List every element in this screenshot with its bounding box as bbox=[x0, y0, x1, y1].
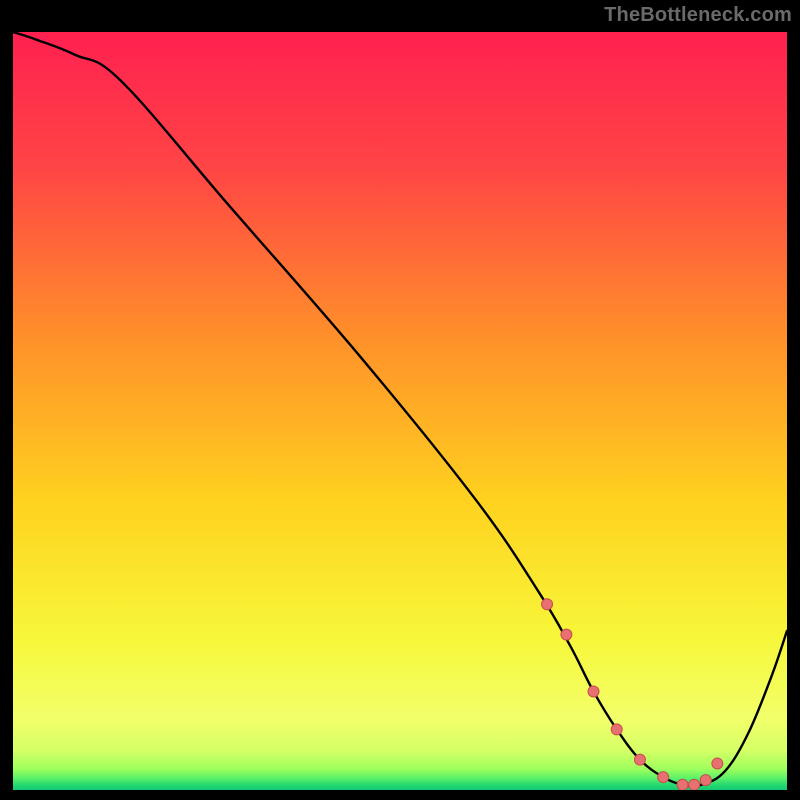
highlight-marker bbox=[677, 779, 688, 790]
highlight-marker bbox=[542, 599, 553, 610]
highlight-marker bbox=[658, 772, 669, 783]
highlight-marker bbox=[634, 754, 645, 765]
highlight-marker bbox=[561, 629, 572, 640]
chart-plot-area bbox=[13, 32, 787, 790]
chart-svg bbox=[13, 32, 787, 790]
watermark-text: TheBottleneck.com bbox=[604, 4, 792, 27]
gradient-background bbox=[13, 32, 787, 790]
highlight-marker bbox=[588, 686, 599, 697]
highlight-marker bbox=[689, 779, 700, 790]
highlight-marker bbox=[611, 724, 622, 735]
highlight-marker bbox=[712, 758, 723, 769]
highlight-marker bbox=[700, 775, 711, 786]
figure-container: TheBottleneck.com bbox=[0, 0, 800, 800]
